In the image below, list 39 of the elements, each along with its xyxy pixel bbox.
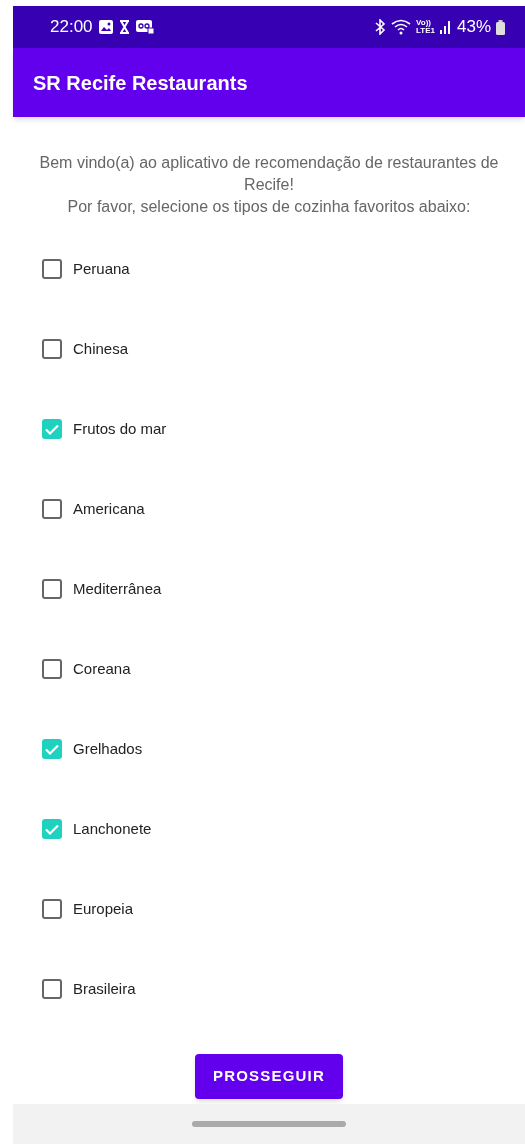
checkbox[interactable] [42,819,62,839]
option-label: Grelhados [73,738,143,759]
checkmark-icon [45,823,59,835]
clock: 22:00 [50,16,93,39]
option-label: Mediterrânea [73,578,162,599]
checkbox[interactable] [42,739,62,759]
signal-icon [439,20,452,34]
option-label: Coreana [73,658,131,679]
option-label: Frutos do mar [73,418,167,439]
option-label: Chinesa [73,338,129,359]
volte-label: Vo)) [416,19,431,27]
checkbox[interactable] [42,899,62,919]
bluetooth-icon [374,19,386,35]
option-label: Europeia [73,898,134,919]
checkbox[interactable] [42,499,62,519]
intro-text: Por favor, selecione os tipos de cozinha favoritos abaixo: [67,197,471,217]
checkbox[interactable] [42,659,62,679]
checkbox[interactable] [42,979,62,999]
battery-icon [496,19,505,35]
checkbox[interactable] [42,419,62,439]
image-icon [98,20,113,34]
intro-text: Bem vindo(a) ao aplicativo de recomendação de restaurantes de Recife! [38,153,500,195]
wifi-icon [391,19,411,35]
option-label: Peruana [73,258,130,279]
option-label: Americana [73,498,145,519]
battery-percent: 43% [456,16,491,39]
checkmark-icon [45,743,59,755]
continue-button[interactable]: PROSSEGUIR [195,1054,343,1099]
voicemail-icon [135,20,154,34]
home-handle[interactable] [192,1121,346,1127]
option-label: Lanchonete [73,818,152,839]
app-title: SR Recife Restaurants [33,70,248,96]
checkbox[interactable] [42,579,62,599]
hourglass-icon [118,20,130,34]
checkbox[interactable] [42,339,62,359]
lte-label: LTE1 [416,27,435,35]
checkmark-icon [45,423,59,435]
checkbox[interactable] [42,259,62,279]
option-label: Brasileira [73,978,136,999]
